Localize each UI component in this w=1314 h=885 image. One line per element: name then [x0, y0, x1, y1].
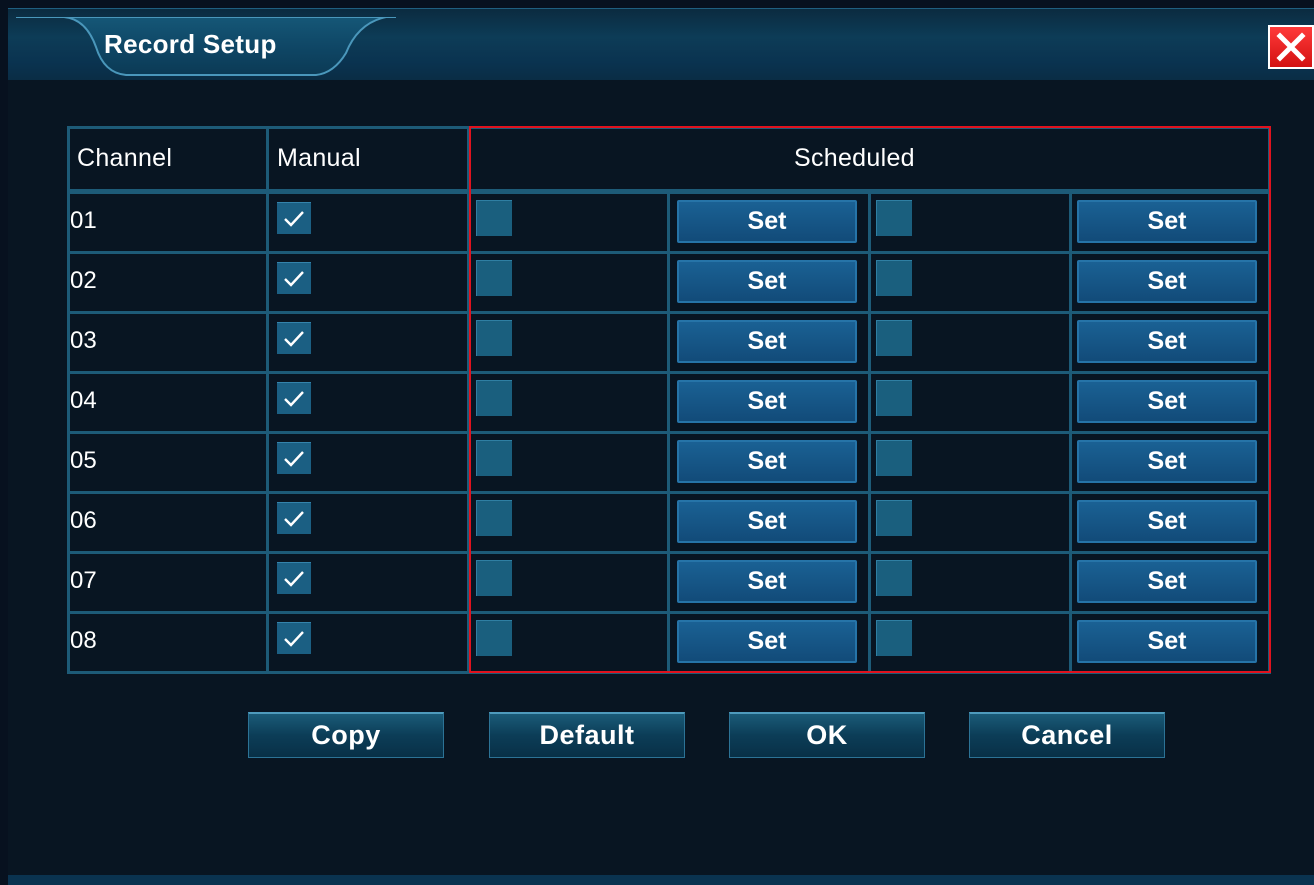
channel-number: 01: [70, 207, 97, 234]
checkmark-icon: [284, 571, 304, 587]
ok-button[interactable]: OK: [729, 712, 925, 758]
checkmark-icon: [284, 211, 304, 227]
checkmark-icon: [284, 511, 304, 527]
header-channel: Channel: [77, 144, 173, 172]
record-setup-window: Record Setup Channel Manual Scheduled 01…: [0, 0, 1314, 885]
channel-number: 06: [70, 507, 97, 534]
channel-number: 02: [70, 267, 97, 294]
channel-number: 08: [70, 627, 97, 654]
manual-checkbox[interactable]: [277, 382, 311, 414]
manual-checkbox[interactable]: [277, 322, 311, 354]
channel-number: 03: [70, 327, 97, 354]
channel-number: 07: [70, 567, 97, 594]
default-button[interactable]: Default: [489, 712, 685, 758]
scheduled-highlight-frame: [469, 126, 1271, 673]
close-x-icon: [1276, 32, 1306, 62]
checkmark-icon: [284, 331, 304, 347]
title-bar: Record Setup: [8, 8, 1314, 80]
bottom-edge: [8, 875, 1314, 885]
channel-number: 05: [70, 447, 97, 474]
manual-checkbox[interactable]: [277, 442, 311, 474]
cancel-button[interactable]: Cancel: [969, 712, 1165, 758]
channel-number: 04: [70, 387, 97, 414]
header-manual: Manual: [277, 144, 361, 172]
window-title: Record Setup: [104, 29, 277, 59]
manual-checkbox[interactable]: [277, 562, 311, 594]
col-divider-channel: [266, 126, 269, 674]
manual-checkbox[interactable]: [277, 262, 311, 294]
manual-checkbox[interactable]: [277, 622, 311, 654]
manual-checkbox[interactable]: [277, 202, 311, 234]
checkmark-icon: [284, 631, 304, 647]
close-button[interactable]: [1268, 25, 1314, 69]
checkmark-icon: [284, 451, 304, 467]
checkmark-icon: [284, 271, 304, 287]
checkmark-icon: [284, 391, 304, 407]
manual-checkbox[interactable]: [277, 502, 311, 534]
copy-button[interactable]: Copy: [248, 712, 444, 758]
